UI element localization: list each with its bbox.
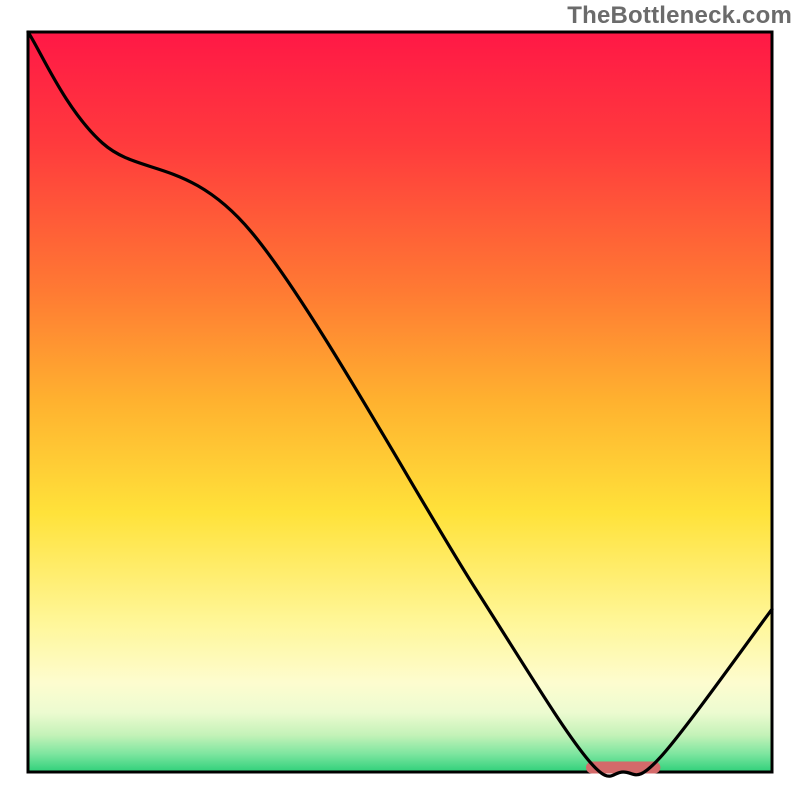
bottleneck-chart [0,0,800,800]
chart-container: TheBottleneck.com [0,0,800,800]
watermark-text: TheBottleneck.com [567,2,792,30]
plot-background [28,32,772,772]
